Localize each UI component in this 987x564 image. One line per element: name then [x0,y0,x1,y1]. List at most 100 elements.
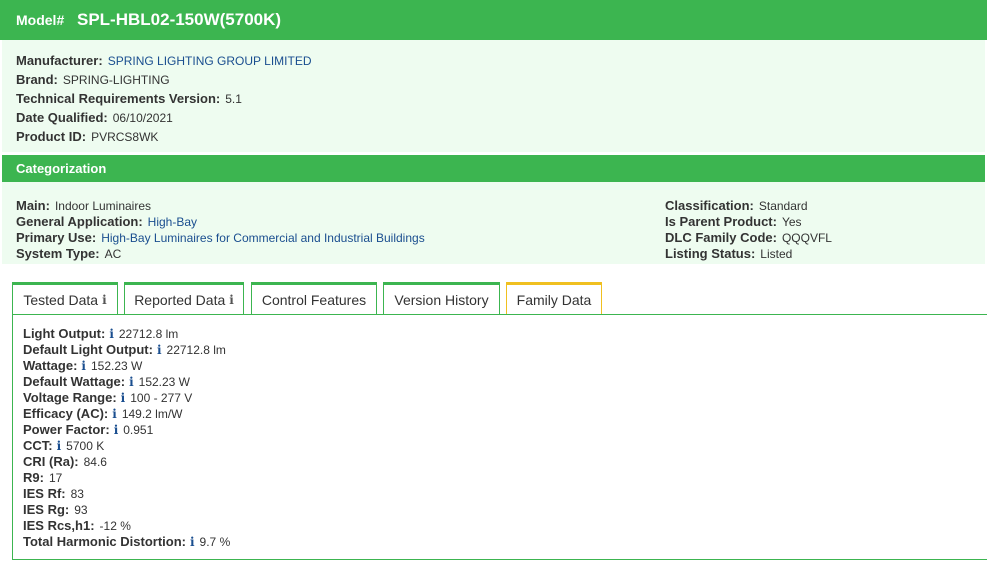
ies-rcs-value: -12 % [99,519,131,533]
system-type-label: System Type: [16,246,100,261]
wattage-label: Wattage: [23,358,78,373]
info-icon[interactable]: i [190,535,195,549]
primary-use-link[interactable]: High-Bay Luminaires for Commercial and I… [101,231,424,245]
r9-label: R9: [23,470,44,485]
product-id-value: PVRCS8WK [91,130,159,144]
parent-product-row: Is Parent Product: Yes [665,214,802,229]
list-item: IES Rg: 93 [23,502,88,517]
cri-value: 84.6 [83,455,107,469]
list-item: CCT: i 5700 K [23,438,104,453]
manufacturer-row: Manufacturer: SPRING LIGHTING GROUP LIMIT… [16,53,312,68]
family-code-label: DLC Family Code: [665,230,777,245]
system-type-value: AC [104,247,122,261]
family-code-value: QQQVFL [781,231,832,245]
ies-rcs-label: IES Rcs,h1: [23,518,95,533]
default-light-output-value: 22712.8 lm [166,343,226,357]
r9-value: 17 [48,471,63,485]
ies-rg-value: 93 [74,503,88,517]
product-id-row: Product ID: PVRCS8WK [16,129,158,144]
list-item: R9: 17 [23,470,62,485]
list-item: Wattage: i 152.23 W [23,358,142,373]
voltage-range-value: 100 - 277 V [130,391,193,405]
power-factor-label: Power Factor: [23,422,110,437]
main-value: Indoor Luminaires [54,199,152,213]
wattage-value: 152.23 W [90,359,143,373]
listing-status-label: Listing Status: [665,246,756,261]
default-wattage-label: Default Wattage: [23,374,126,389]
list-item: Default Light Output: i 22712.8 lm [23,342,226,357]
info-icon[interactable]: i [81,359,86,373]
tab-reported-data-label: Reported Data [134,291,226,308]
date-qualified-label: Date Qualified: [16,110,108,125]
model-label: Model# [16,12,65,28]
system-type-row: System Type: AC [16,246,121,261]
cct-label: CCT: [23,438,53,453]
thd-value: 9.7 % [199,535,231,549]
brand-label: Brand: [16,72,58,87]
tab-version-history[interactable]: Version History [383,282,500,314]
tab-family-data-label: Family Data [516,291,592,308]
list-item: Efficacy (AC): i 149.2 lm/W [23,406,183,421]
general-application-label: General Application: [16,214,143,229]
categorization-title: Categorization [16,161,107,176]
light-output-label: Light Output: [23,326,106,341]
list-item: Voltage Range: i 100 - 277 V [23,390,192,405]
default-wattage-value: 152.23 W [138,375,191,389]
listing-status-row: Listing Status: Listed [665,246,792,261]
voltage-range-label: Voltage Range: [23,390,117,405]
product-info-panel: Manufacturer: SPRING LIGHTING GROUP LIMIT… [2,40,985,152]
reported-data-panel: Light Output: i 22712.8 lm Default Light O… [12,314,987,560]
info-icon[interactable]: i [114,423,119,437]
tab-version-history-label: Version History [394,291,489,308]
cri-label: CRI (Ra): [23,454,79,469]
info-icon[interactable]: i [121,391,126,405]
date-qualified-row: Date Qualified: 06/10/2021 [16,110,173,125]
main-row: Main: Indoor Luminaires [16,198,151,213]
classification-value: Standard [758,199,808,213]
tech-version-row: Technical Requirements Version: 5.1 [16,91,242,106]
tab-tested-data[interactable]: Tested Data i [12,282,118,314]
info-icon[interactable]: i [57,439,62,453]
parent-product-label: Is Parent Product: [665,214,777,229]
categorization-panel: Main: Indoor Luminaires General Applicati… [2,182,985,264]
parent-product-value: Yes [781,215,802,229]
tech-version-value: 5.1 [225,92,242,106]
tab-control-features[interactable]: Control Features [251,282,377,314]
date-qualified-value: 06/10/2021 [112,111,173,125]
brand-row: Brand: SPRING-LIGHTING [16,72,170,87]
listing-status-value: Listed [760,247,793,261]
ies-rf-value: 83 [70,487,84,501]
light-output-value: 22712.8 lm [118,327,179,341]
power-factor-value: 0.951 [123,423,154,437]
ies-rf-label: IES Rf: [23,486,66,501]
info-icon[interactable]: i [129,375,134,389]
categorization-header: Categorization [2,155,985,182]
main-label: Main: [16,198,50,213]
info-icon: i [102,292,107,307]
product-id-label: Product ID: [16,129,87,144]
manufacturer-label: Manufacturer: [16,53,103,68]
list-item: Light Output: i 22712.8 lm [23,326,178,341]
tab-reported-data[interactable]: Reported Data i [124,282,244,314]
manufacturer-link[interactable]: SPRING LIGHTING GROUP LIMITED [108,54,312,68]
tab-control-features-label: Control Features [261,291,367,308]
primary-use-row: Primary Use: High-Bay Luminaires for Comm… [16,230,425,245]
info-icon[interactable]: i [157,343,162,357]
tab-family-data[interactable]: Family Data [506,282,602,314]
default-light-output-label: Default Light Output: [23,342,153,357]
cct-value: 5700 K [66,439,105,453]
general-application-row: General Application: High-Bay [16,214,197,229]
thd-label: Total Harmonic Distortion: [23,534,186,549]
efficacy-label: Efficacy (AC): [23,406,109,421]
brand-value: SPRING-LIGHTING [62,73,170,87]
tech-version-label: Technical Requirements Version: [16,91,221,106]
list-item: Total Harmonic Distortion: i 9.7 % [23,534,230,549]
classification-label: Classification: [665,198,754,213]
model-number: SPL-HBL02-150W(5700K) [77,10,282,29]
list-item: IES Rcs,h1: -12 % [23,518,131,533]
info-icon[interactable]: i [109,327,114,341]
info-icon[interactable]: i [112,407,117,421]
model-header: Model# SPL-HBL02-150W(5700K) [0,0,987,40]
tab-tested-data-label: Tested Data [23,291,99,308]
general-application-link[interactable]: High-Bay [148,215,197,229]
